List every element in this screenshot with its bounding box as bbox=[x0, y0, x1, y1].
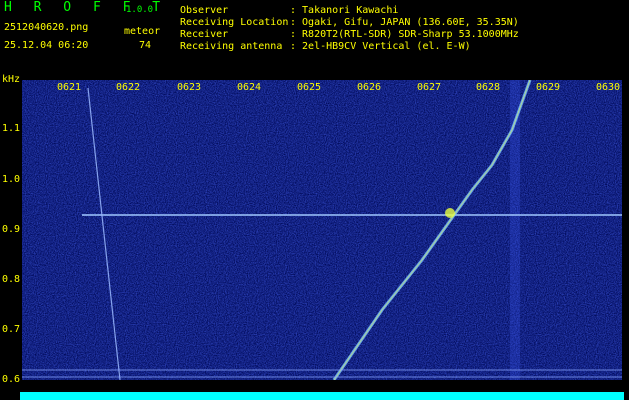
info-value-receiver: : R820T2(RTL-SDR) SDR-Sharp 53.1000MHz bbox=[290, 29, 519, 40]
header-panel: H R O F F T 1.0.0 2512040620.png 25.12.0… bbox=[0, 0, 629, 74]
x-tick-label: 0629 bbox=[536, 82, 561, 93]
info-value-antenna: : 2el-HB9CV Vertical (el. E-W) bbox=[290, 41, 471, 52]
meteor-label: meteor bbox=[124, 26, 161, 37]
y-tick-label: 1.0 bbox=[2, 174, 21, 185]
x-tick-label: 0621 bbox=[57, 82, 82, 93]
signal-level-bar bbox=[20, 392, 624, 400]
app-version: 1.0.0 bbox=[126, 5, 154, 15]
meteor-count: 74 bbox=[139, 40, 152, 51]
filename: 2512040620.png bbox=[4, 22, 89, 33]
info-value-location: : Ogaki, Gifu, JAPAN (136.60E, 35.35N) bbox=[290, 17, 519, 28]
info-label-antenna: Receiving antenna bbox=[180, 41, 283, 52]
info-value-observer: : Takanori Kawachi bbox=[290, 5, 399, 16]
x-tick-label: 0625 bbox=[297, 82, 322, 93]
info-label-observer: Observer bbox=[180, 5, 229, 16]
x-tick-label: 0622 bbox=[116, 82, 141, 93]
y-axis-unit: kHz bbox=[2, 74, 21, 85]
x-tick-label: 0623 bbox=[177, 82, 202, 93]
y-tick-label: 1.1 bbox=[2, 123, 21, 134]
info-label-receiver: Receiver bbox=[180, 29, 229, 40]
x-tick-label: 0627 bbox=[417, 82, 442, 93]
x-tick-label: 0624 bbox=[237, 82, 262, 93]
y-tick-label: 0.8 bbox=[2, 274, 21, 285]
y-tick-label: 0.9 bbox=[2, 224, 21, 235]
x-tick-label: 0626 bbox=[357, 82, 382, 93]
meteor-echo-blob bbox=[445, 208, 455, 218]
x-tick-label: 0628 bbox=[476, 82, 501, 93]
spectrogram-noise bbox=[22, 80, 622, 380]
datetime: 25.12.04 06:20 bbox=[4, 40, 89, 51]
y-tick-label: 0.7 bbox=[2, 324, 21, 335]
spectrogram bbox=[22, 80, 622, 380]
x-tick-label: 0630 bbox=[596, 82, 621, 93]
info-label-location: Receiving Location bbox=[180, 17, 289, 28]
y-tick-label: 0.6 bbox=[2, 374, 21, 385]
